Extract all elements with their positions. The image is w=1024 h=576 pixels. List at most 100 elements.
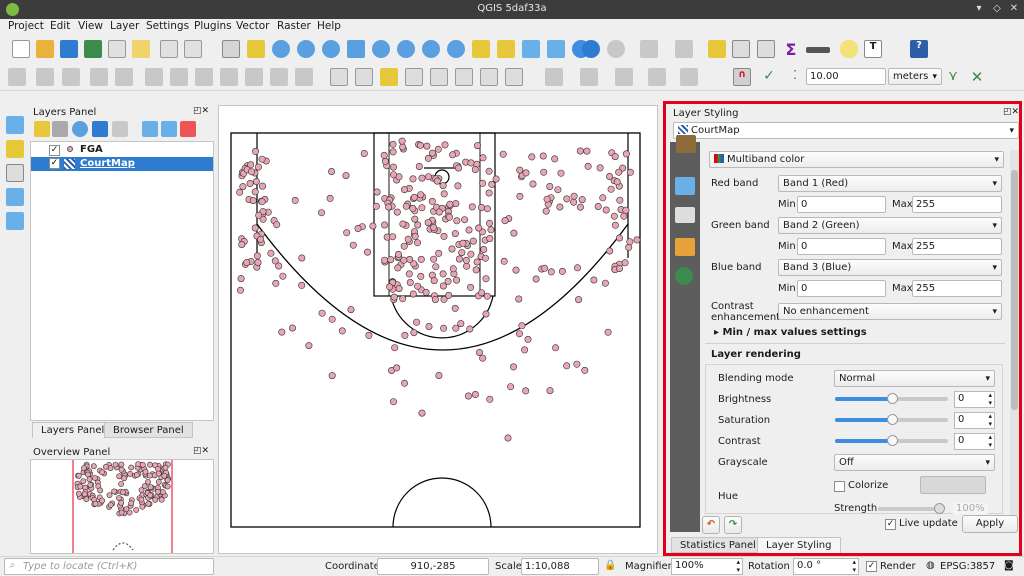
filter-expression-icon[interactable] xyxy=(112,121,128,137)
zoom-to-layer-icon[interactable] xyxy=(397,40,415,58)
add-vector-layer-icon[interactable] xyxy=(6,164,24,182)
help-icon[interactable]: ? xyxy=(910,40,928,58)
regular-polygon-icon[interactable] xyxy=(680,68,698,86)
topological-editing-icon[interactable]: ⋎ xyxy=(944,68,962,86)
select-features-icon[interactable] xyxy=(640,40,658,58)
add-group-icon[interactable] xyxy=(52,121,68,137)
label-tool-icon[interactable] xyxy=(330,68,348,86)
redo-icon[interactable] xyxy=(295,68,313,86)
snap-to-vertex-icon[interactable]: ✓ xyxy=(760,68,778,86)
new-shapefile-icon[interactable] xyxy=(6,212,24,230)
menu-vector[interactable]: Vector xyxy=(236,20,269,32)
tab-browser-panel[interactable]: Browser Panel xyxy=(104,422,193,438)
saturation-slider[interactable] xyxy=(835,414,948,425)
colorize-checkbox[interactable] xyxy=(834,481,845,492)
blue-min-input[interactable]: 0 xyxy=(797,280,886,297)
menu-view[interactable]: View xyxy=(78,20,103,32)
styling-float-icon[interactable]: ◰✕ xyxy=(1003,107,1019,117)
modify-attributes-icon[interactable] xyxy=(145,68,163,86)
apply-button[interactable]: Apply xyxy=(962,515,1018,533)
brightness-slider[interactable] xyxy=(835,393,948,404)
identify-icon[interactable] xyxy=(582,40,600,58)
pan-to-selection-icon[interactable] xyxy=(247,40,265,58)
remove-layer-icon[interactable] xyxy=(180,121,196,137)
change-label-icon[interactable] xyxy=(505,68,523,86)
grayscale-dropdown[interactable]: Off xyxy=(834,454,995,471)
menu-settings[interactable]: Settings xyxy=(146,20,189,32)
symbology-brush-icon[interactable] xyxy=(676,135,696,153)
slider-handle[interactable] xyxy=(887,414,898,425)
text-annotation-icon[interactable]: T xyxy=(864,40,882,58)
pan-map-icon[interactable] xyxy=(222,40,240,58)
green-band-dropdown[interactable]: Band 2 (Green) xyxy=(778,217,1002,234)
new-project-icon[interactable] xyxy=(12,40,30,58)
layer-visibility-checkbox[interactable]: ✓ xyxy=(49,158,60,169)
close-icon[interactable]: ✕ xyxy=(1007,2,1021,16)
shape-digitize-icon[interactable] xyxy=(580,68,598,86)
messages-icon[interactable]: ◙ xyxy=(1004,560,1014,571)
red-min-input[interactable]: 0 xyxy=(797,196,886,213)
paste-features-icon[interactable] xyxy=(245,68,263,86)
locator-input[interactable]: ⌕ Type to locate (Ctrl+K) xyxy=(4,558,214,575)
renderer-type-dropdown[interactable]: Multiband color xyxy=(709,151,1004,168)
snapping-magnet-icon[interactable]: ∩ xyxy=(733,68,751,86)
zoom-full-icon[interactable] xyxy=(347,40,365,58)
show-tips-icon[interactable] xyxy=(184,40,202,58)
blending-mode-dropdown[interactable]: Normal xyxy=(834,370,995,387)
highlight-pinned-labels-icon[interactable] xyxy=(380,68,398,86)
crs-globe-icon[interactable]: ◍ xyxy=(926,560,935,571)
save-as-icon[interactable] xyxy=(84,40,102,58)
undo-icon[interactable] xyxy=(270,68,288,86)
pin-labels-icon[interactable] xyxy=(405,68,423,86)
toggle-editing-icon[interactable] xyxy=(36,68,54,86)
new-map-view-icon[interactable] xyxy=(472,40,490,58)
red-max-input[interactable]: 255 xyxy=(912,196,1002,213)
contrast-spinbox[interactable]: 0 xyxy=(954,433,995,450)
layer-row-fga[interactable]: ✓ FGA xyxy=(31,143,213,157)
live-update-checkbox[interactable]: ✓ xyxy=(885,519,896,530)
scale-input[interactable]: 1:10,088 xyxy=(521,558,599,575)
copy-features-icon[interactable] xyxy=(220,68,238,86)
collapse-all-icon[interactable] xyxy=(161,121,177,137)
vertex-tool-icon[interactable] xyxy=(115,68,133,86)
minmax-settings-toggle[interactable]: ▸ Min / max values settings xyxy=(714,327,867,338)
move-label-icon[interactable] xyxy=(455,68,473,86)
advanced-digitizing-icon[interactable] xyxy=(545,68,563,86)
strength-slider[interactable] xyxy=(878,503,945,514)
deselect-icon[interactable] xyxy=(708,40,726,58)
layer-labeling-icon[interactable] xyxy=(355,68,373,86)
menu-plugins[interactable]: Plugins xyxy=(194,20,232,32)
filter-legend-icon[interactable] xyxy=(92,121,108,137)
render-checkbox[interactable]: ✓ xyxy=(866,561,877,572)
rotation-spinbox[interactable]: 0.0 ° xyxy=(793,558,859,575)
brightness-spinbox[interactable]: 0 xyxy=(954,391,995,408)
new-3d-view-icon[interactable] xyxy=(497,40,515,58)
circle-digitize-icon[interactable] xyxy=(615,68,633,86)
select-by-value-icon[interactable] xyxy=(675,40,693,58)
histogram-icon[interactable] xyxy=(675,207,695,223)
blue-max-input[interactable]: 255 xyxy=(912,280,1002,297)
crs-label[interactable]: EPSG:3857 xyxy=(940,561,995,572)
tab-layers-panel[interactable]: Layers Panel xyxy=(32,422,114,438)
menu-raster[interactable]: Raster xyxy=(277,20,311,32)
overview-panel-float-icon[interactable]: ◰✕ xyxy=(193,446,209,456)
history-icon[interactable] xyxy=(675,267,693,285)
undo-style-button[interactable]: ↶ xyxy=(702,516,720,534)
blue-band-dropdown[interactable]: Band 3 (Blue) xyxy=(778,259,1002,276)
attribute-table-icon[interactable] xyxy=(732,40,750,58)
snap-units-dropdown[interactable]: meters xyxy=(888,68,942,85)
green-max-input[interactable]: 255 xyxy=(912,238,1002,255)
edits-icon[interactable] xyxy=(8,68,26,86)
open-project-icon[interactable] xyxy=(36,40,54,58)
menu-help[interactable]: Help xyxy=(317,20,341,32)
slider-handle[interactable] xyxy=(887,393,898,404)
snap-to-segment-icon[interactable]: ⁚ xyxy=(786,68,804,86)
styling-scrollbar[interactable] xyxy=(1010,150,1019,515)
transparency-icon[interactable] xyxy=(675,177,695,195)
zoom-next-icon[interactable] xyxy=(447,40,465,58)
zoom-native-icon[interactable] xyxy=(322,40,340,58)
map-tips-icon[interactable] xyxy=(840,40,858,58)
show-hide-labels-icon[interactable] xyxy=(430,68,448,86)
slider-handle[interactable] xyxy=(887,435,898,446)
save-edits-icon[interactable] xyxy=(62,68,80,86)
